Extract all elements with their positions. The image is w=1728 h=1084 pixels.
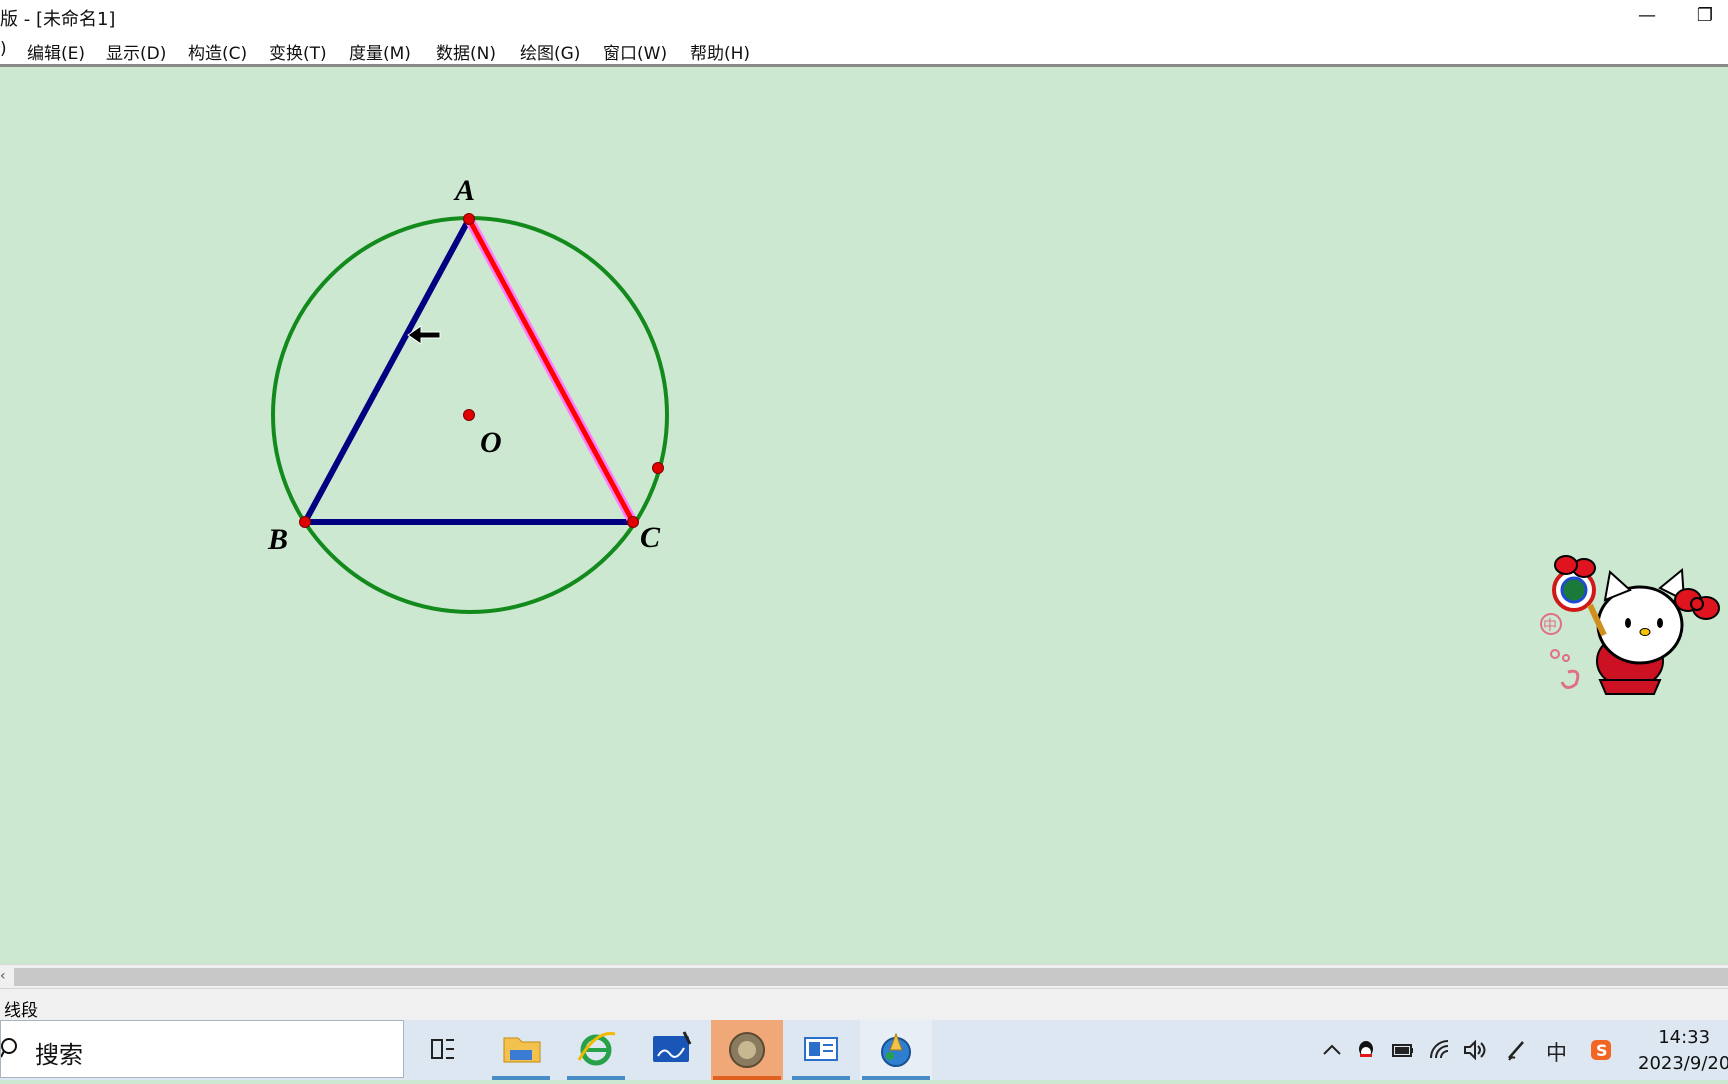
sketch-canvas[interactable]: A B C O 中 (0, 67, 1728, 964)
battery-icon[interactable] (1391, 1038, 1415, 1062)
taskbar-file-explorer[interactable] (490, 1020, 552, 1080)
taskbar-sketchpad[interactable] (860, 1020, 932, 1080)
pen-icon[interactable] (1505, 1038, 1529, 1062)
point-on-circle[interactable] (652, 462, 664, 474)
menu-construct[interactable]: 构造(C) (188, 39, 247, 64)
status-bar: 线段 (0, 988, 1728, 1021)
taskbar: 搜索 中 S 14:33 2023/9/20 (0, 1020, 1728, 1080)
label-c[interactable]: C (640, 521, 661, 554)
search-placeholder: 搜索 (35, 1041, 83, 1069)
search-icon (1, 1038, 17, 1058)
taskbar-photo-app[interactable] (711, 1020, 783, 1080)
photo-app-icon (729, 1032, 765, 1068)
taskbar-internet-explorer[interactable] (565, 1020, 627, 1080)
point-a[interactable] (463, 213, 475, 225)
geometers-sketchpad-icon (881, 1032, 911, 1067)
menu-transform[interactable]: 变换(T) (269, 39, 327, 64)
svg-text:中: 中 (1543, 618, 1557, 634)
task-view-icon (431, 1039, 454, 1059)
menu-display[interactable]: 显示(D) (106, 39, 166, 64)
wifi-icon[interactable] (1428, 1038, 1452, 1062)
file-explorer-icon (503, 1037, 541, 1063)
menu-graph[interactable]: 绘图(G) (520, 39, 580, 64)
volume-icon[interactable] (1462, 1038, 1486, 1062)
chevron-up-icon[interactable] (1320, 1038, 1344, 1062)
point-o[interactable] (463, 409, 475, 421)
running-indicator (862, 1076, 930, 1080)
segment-ac[interactable] (466, 217, 636, 524)
active-indicator (713, 1076, 781, 1080)
title-bar: 版 - [未命名1] — ❐ (0, 0, 1728, 34)
segment-ab[interactable] (302, 217, 472, 524)
menu-edit[interactable]: 编辑(E) (27, 39, 85, 64)
label-b[interactable]: B (267, 523, 288, 556)
whiteboard-icon (653, 1031, 692, 1062)
taskbar-whiteboard[interactable] (640, 1020, 702, 1080)
search-box[interactable]: 搜索 (0, 1020, 404, 1078)
taskbar-presentation-app[interactable] (790, 1020, 852, 1080)
qq-icon[interactable] (1354, 1038, 1378, 1062)
menu-window[interactable]: 窗口(W) (603, 39, 667, 64)
presentation-app-icon (804, 1037, 838, 1061)
clock-time: 14:33 (1658, 1027, 1711, 1048)
menu-data[interactable]: 数据(N) (436, 39, 496, 64)
hello-kitty-mascot-icon: 中 (1540, 555, 1720, 695)
horizontal-scrollbar[interactable]: ‹ (0, 964, 1728, 989)
internet-explorer-icon (577, 1032, 616, 1066)
svg-text:S: S (1596, 1041, 1608, 1060)
menu-measure[interactable]: 度量(M) (349, 39, 411, 64)
task-view-button[interactable] (412, 1020, 474, 1080)
point-b[interactable] (299, 516, 311, 528)
running-indicator (792, 1076, 850, 1080)
clock-date: 2023/9/20 (1638, 1053, 1728, 1074)
running-indicator (492, 1076, 550, 1080)
menu-bar: ) 编辑(E) 显示(D) 构造(C) 变换(T) 度量(M) 数据(N) 绘图… (0, 34, 1728, 67)
scroll-left-icon[interactable]: ‹ (0, 968, 6, 984)
menu-file[interactable]: ) (0, 39, 7, 59)
point-c[interactable] (627, 516, 639, 528)
sketch-svg[interactable]: A B C O 中 (0, 67, 1728, 964)
restore-button[interactable]: ❐ (1676, 0, 1728, 34)
label-a[interactable]: A (453, 174, 475, 207)
sogou-ime-icon[interactable]: S (1589, 1038, 1613, 1062)
minimize-button[interactable]: — (1618, 0, 1676, 34)
running-indicator (567, 1076, 625, 1080)
window-title: 版 - [未命名1] (0, 9, 116, 30)
label-o[interactable]: O (480, 426, 502, 459)
scrollbar-thumb[interactable] (14, 968, 1728, 986)
input-method-icon[interactable]: 中 (1546, 1037, 1570, 1065)
status-text: 线段 (4, 1001, 38, 1021)
clock[interactable]: 14:33 2023/9/20 (1638, 1025, 1728, 1077)
menu-help[interactable]: 帮助(H) (690, 39, 750, 64)
